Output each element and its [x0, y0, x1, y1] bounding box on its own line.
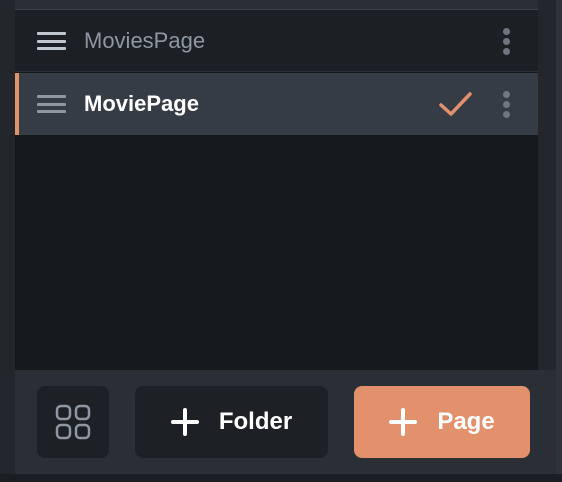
more-vertical-icon[interactable] [497, 28, 515, 56]
grid-view-button[interactable] [37, 386, 109, 458]
plus-icon [389, 408, 418, 436]
plus-icon [170, 408, 199, 436]
add-folder-label: Folder [218, 408, 293, 435]
hamburger-icon[interactable] [37, 32, 66, 50]
add-page-button[interactable]: Page [354, 386, 530, 458]
left-gutter [0, 0, 15, 482]
page-row-label: MoviesPage [84, 28, 206, 53]
bottom-edge [0, 474, 562, 482]
page-row-moviepage[interactable]: MoviePage [15, 73, 538, 135]
add-folder-button[interactable]: Folder [135, 386, 328, 458]
page-row-moviespage[interactable]: MoviesPage [15, 10, 538, 72]
panel-top-edge [15, 0, 538, 10]
grid-icon [55, 404, 91, 440]
add-page-label: Page [437, 408, 495, 435]
check-icon [439, 92, 472, 116]
more-vertical-icon[interactable] [497, 91, 515, 119]
page-row-label: MoviePage [84, 91, 199, 116]
scrollbar-track[interactable] [556, 0, 562, 482]
hamburger-icon[interactable] [37, 95, 66, 113]
